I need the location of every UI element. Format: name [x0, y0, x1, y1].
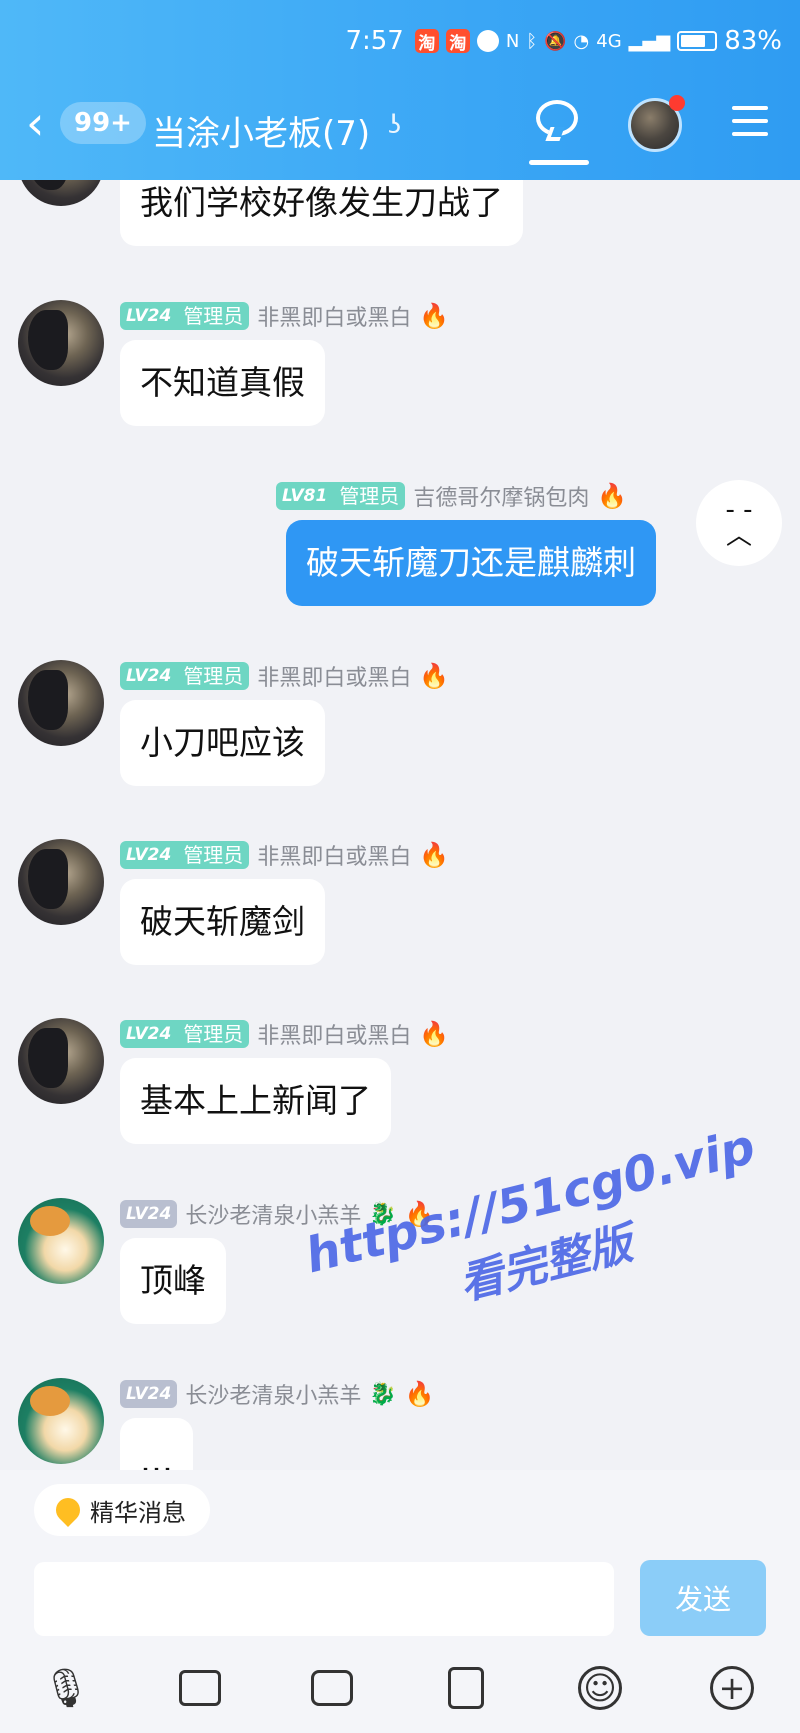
- group-title[interactable]: 当涂小老板(7): [152, 106, 370, 155]
- image-icon[interactable]: [176, 1664, 224, 1712]
- message-bubble[interactable]: 基本上上新闻了: [120, 1058, 391, 1144]
- fire-icon: 🔥: [404, 1380, 435, 1408]
- status-bar: 7:57 淘 淘 N ᛒ 🔕 ◔ 4G ▂▄▆ 83%: [345, 26, 782, 56]
- sender-meta: LV24 管理员 非黑即白或黑白 🔥: [120, 660, 449, 692]
- nfc-icon: N: [505, 30, 520, 52]
- sender-meta: LV81 管理员 吉德哥尔摩锅包肉 🔥: [276, 480, 627, 512]
- avatar[interactable]: [18, 300, 104, 386]
- sender-name[interactable]: 吉德哥尔摩锅包肉: [413, 480, 589, 512]
- message-bubble-self[interactable]: 破天斩魔刀还是麒麟刺: [286, 520, 656, 606]
- battery-icon: [677, 31, 718, 51]
- sender-meta: LV24 管理员 非黑即白或黑白 🔥: [120, 839, 449, 871]
- sender-meta: LV24 管理员 非黑即白或黑白 🔥: [120, 300, 449, 332]
- sender-name[interactable]: 非黑即白或黑白: [257, 660, 411, 692]
- dragon-badge-icon: 🐉: [369, 1201, 397, 1227]
- avatar[interactable]: [18, 1198, 104, 1284]
- fire-icon: 🔥: [419, 302, 450, 330]
- sender-meta: LV24 管理员 非黑即白或黑白 🔥: [120, 1018, 449, 1050]
- level-tag: LV24: [120, 1020, 178, 1048]
- admin-tag: 管理员: [177, 302, 250, 330]
- plus-icon[interactable]: +: [708, 1664, 756, 1712]
- self-avatar[interactable]: - - ︿: [696, 480, 782, 566]
- message-input[interactable]: [34, 1562, 614, 1636]
- member-avatar[interactable]: [628, 95, 685, 152]
- bluetooth-icon: ᛒ: [526, 30, 538, 52]
- fire-icon: 🔥: [419, 841, 450, 869]
- message-bubble[interactable]: 顶峰: [120, 1238, 226, 1324]
- red-packet-icon[interactable]: [442, 1664, 490, 1712]
- network-type: 4G: [596, 30, 622, 52]
- avatar[interactable]: [18, 1018, 104, 1104]
- mute-icon: 🔕: [544, 30, 567, 52]
- unread-badge[interactable]: 99+: [60, 102, 146, 144]
- camera-icon[interactable]: [308, 1664, 356, 1712]
- nav-bar: ‹ 99+ 当涂小老板(7) ʖ: [0, 92, 800, 165]
- app-header: 7:57 淘 淘 N ᛒ 🔕 ◔ 4G ▂▄▆ 83% ‹ 99+ 当涂小老板(…: [0, 0, 800, 180]
- input-area: 精华消息 发送 🎙 ☺ +: [0, 1470, 800, 1733]
- active-tab-indicator: [529, 160, 589, 165]
- avatar[interactable]: [18, 839, 104, 925]
- back-chevron-icon[interactable]: ‹: [26, 100, 44, 146]
- avatar[interactable]: [18, 1378, 104, 1464]
- essence-messages-button[interactable]: 精华消息: [34, 1484, 210, 1536]
- message-bubble[interactable]: 破天斩魔剑: [120, 879, 325, 965]
- taobao-notification-icon-2: 淘: [445, 29, 470, 54]
- fire-icon: 🔥: [597, 482, 628, 510]
- taobao-notification-icon: 淘: [414, 29, 439, 54]
- avatar[interactable]: [18, 180, 104, 206]
- battery-level: 83%: [724, 26, 782, 56]
- essence-label: 精华消息: [90, 1498, 186, 1527]
- send-button[interactable]: 发送: [640, 1560, 766, 1636]
- avatar[interactable]: [18, 660, 104, 746]
- menu-icon[interactable]: [732, 106, 768, 145]
- fire-icon: 🔥: [419, 1020, 450, 1048]
- emoji-icon[interactable]: ☺: [576, 1664, 624, 1712]
- chat-message-list[interactable]: 我们学校好像发生刀战了 LV24 管理员 非黑即白或黑白 🔥 不知道真假 LV8…: [0, 180, 800, 1470]
- message-bubble[interactable]: 小刀吧应该: [120, 700, 325, 786]
- input-toolbar: 🎙 ☺ +: [0, 1654, 800, 1724]
- level-tag: LV24: [120, 841, 178, 869]
- red-dot-badge: [669, 95, 685, 111]
- message-bubble[interactable]: …: [120, 1418, 193, 1470]
- fire-icon: 🔥: [404, 1200, 435, 1228]
- sender-name[interactable]: 长沙老清泉小羔羊: [185, 1198, 361, 1230]
- sender-name[interactable]: 非黑即白或黑白: [257, 1018, 411, 1050]
- chat-bubble-icon[interactable]: [536, 100, 578, 136]
- sender-meta: LV24 长沙老清泉小羔羊 🐉 🔥: [120, 1198, 435, 1230]
- dragon-badge-icon: 🐉: [369, 1381, 397, 1407]
- level-tag: LV24: [120, 662, 178, 690]
- sender-name[interactable]: 长沙老清泉小羔羊: [185, 1378, 361, 1410]
- message-bubble[interactable]: 不知道真假: [120, 340, 325, 426]
- sender-meta: LV24 长沙老清泉小羔羊 🐉 🔥: [120, 1378, 435, 1410]
- admin-tag: 管理员: [177, 662, 250, 690]
- wifi-icon: ◔: [573, 30, 590, 52]
- essence-drop-icon: [51, 1493, 85, 1527]
- message-bubble[interactable]: 我们学校好像发生刀战了: [120, 180, 523, 246]
- level-tag: LV24: [120, 1200, 178, 1228]
- admin-tag: 管理员: [177, 1020, 250, 1048]
- level-tag: LV81: [276, 482, 334, 510]
- level-tag: LV24: [120, 302, 178, 330]
- level-tag: LV24: [120, 1380, 178, 1408]
- sender-name[interactable]: 非黑即白或黑白: [257, 839, 411, 871]
- fire-icon: 🔥: [419, 662, 450, 690]
- admin-tag: 管理员: [177, 841, 250, 869]
- admin-tag: 管理员: [333, 482, 406, 510]
- ear-icon[interactable]: ʖ: [388, 110, 401, 140]
- app-notification-icon: [476, 30, 499, 52]
- signal-icon: ▂▄▆: [628, 30, 671, 52]
- microphone-icon[interactable]: 🎙: [42, 1664, 90, 1712]
- status-time: 7:57: [345, 26, 404, 56]
- sender-name[interactable]: 非黑即白或黑白: [257, 300, 411, 332]
